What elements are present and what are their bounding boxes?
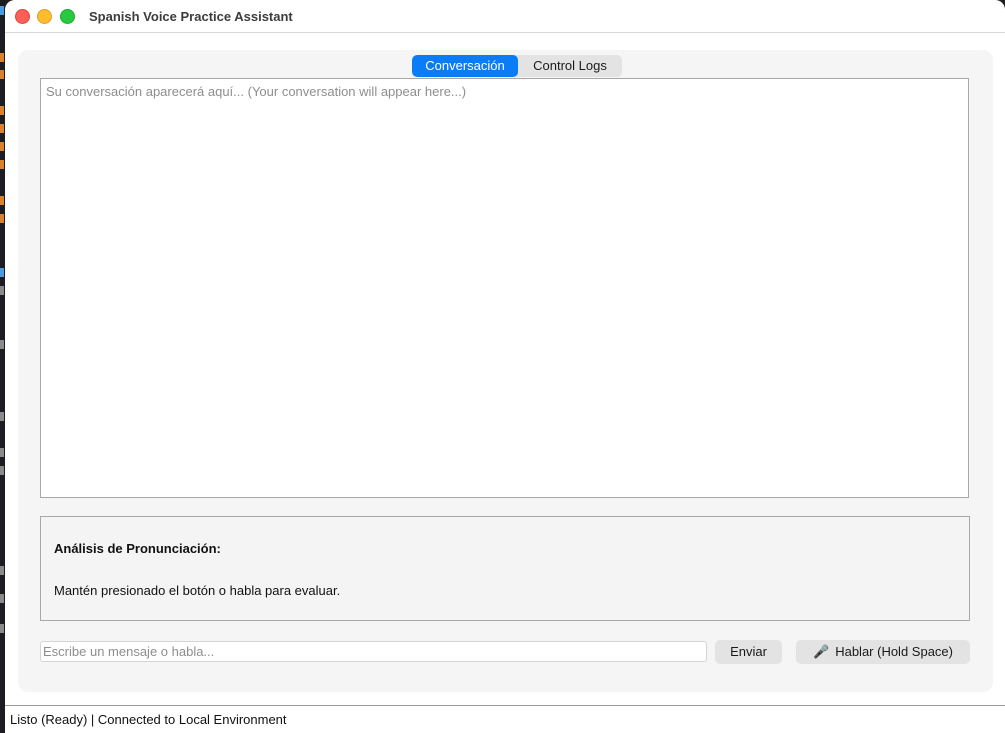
background-mark	[0, 106, 4, 115]
window-title: Spanish Voice Practice Assistant	[89, 9, 293, 24]
message-input[interactable]	[40, 641, 707, 662]
background-mark	[0, 70, 4, 79]
background-mark	[0, 124, 4, 133]
app-window: Spanish Voice Practice Assistant Convers…	[5, 0, 1005, 733]
microphone-icon: 🎤	[813, 644, 830, 659]
status-bar: Listo (Ready) | Connected to Local Envir…	[5, 705, 1005, 733]
close-window-icon[interactable]	[15, 9, 30, 24]
background-mark	[0, 6, 4, 15]
background-mark	[0, 160, 4, 169]
conversation-area[interactable]: Su conversación aparecerá aquí... (Your …	[40, 78, 969, 498]
analysis-heading: Análisis de Pronunciación:	[54, 541, 221, 556]
tab-control-logs[interactable]: Control Logs	[518, 55, 622, 77]
send-button[interactable]: Enviar	[715, 640, 782, 664]
background-mark	[0, 214, 4, 223]
background-mark	[0, 196, 4, 205]
window-content: Conversación Control Logs Su conversació…	[5, 33, 1005, 705]
minimize-window-icon[interactable]	[37, 9, 52, 24]
title-bar[interactable]: Spanish Voice Practice Assistant	[5, 0, 1005, 33]
conversation-placeholder: Su conversación aparecerá aquí... (Your …	[46, 84, 467, 99]
background-mark	[0, 340, 4, 349]
pronunciation-analysis-box: Análisis de Pronunciación: Mantén presio…	[40, 516, 970, 621]
background-mark	[0, 268, 4, 277]
background-mark	[0, 624, 4, 633]
background-mark	[0, 566, 4, 575]
tab-panel: Conversación Control Logs Su conversació…	[18, 50, 993, 692]
tab-conversation[interactable]: Conversación	[412, 55, 518, 77]
analysis-body: Mantén presionado el botón o habla para …	[54, 583, 341, 598]
speak-button[interactable]: 🎤 Hablar (Hold Space)	[796, 640, 970, 664]
status-text: Listo (Ready) | Connected to Local Envir…	[10, 712, 287, 727]
speak-button-label: Hablar (Hold Space)	[835, 644, 953, 659]
tab-bar: Conversación Control Logs	[412, 55, 622, 77]
background-mark	[0, 142, 4, 151]
background-mark	[0, 412, 4, 421]
background-mark	[0, 448, 4, 457]
background-mark	[0, 53, 4, 62]
maximize-window-icon[interactable]	[60, 9, 75, 24]
background-mark	[0, 594, 4, 603]
send-button-label: Enviar	[730, 644, 767, 659]
background-mark	[0, 286, 4, 295]
background-mark	[0, 466, 4, 475]
